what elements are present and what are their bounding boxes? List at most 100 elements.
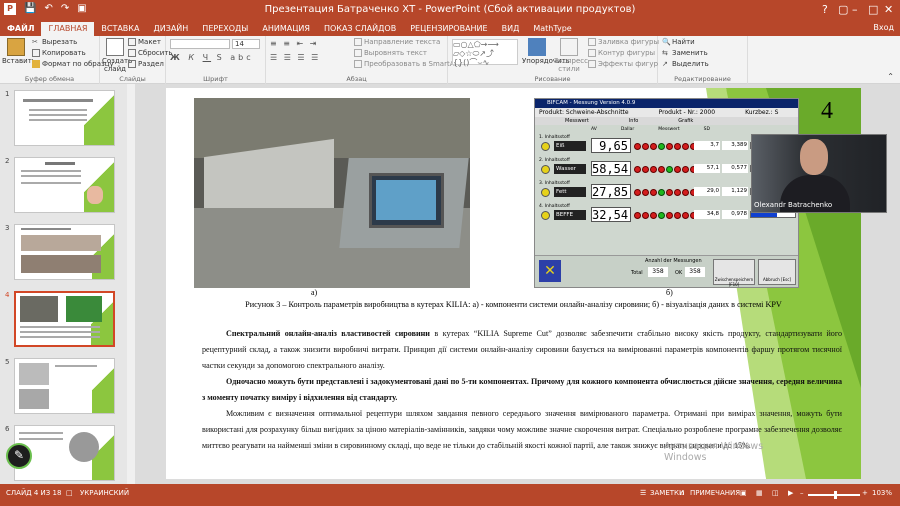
tab-review[interactable]: РЕЦЕНЗИРОВАНИЕ	[403, 22, 494, 36]
smartart-button[interactable]: Преобразовать в SmartArt	[354, 60, 460, 68]
cut-button[interactable]: ✂ Вырезать	[32, 38, 77, 46]
status-bar: СЛАЙД 4 ИЗ 18 □ УКРАИНСКИЙ ☰ ЗАМЕТКИ ▫ П…	[0, 484, 900, 506]
tab-mathtype[interactable]: MathType	[526, 22, 578, 36]
section-button[interactable]: Раздел	[128, 60, 164, 68]
zoom-slider-thumb[interactable]	[834, 491, 837, 499]
tab-insert[interactable]: ВСТАВКА	[94, 22, 146, 36]
slide-thumbnail-4[interactable]	[14, 291, 115, 347]
list-buttons[interactable]: ≡ ≡ ⇤ ⇥	[270, 39, 318, 48]
login-link[interactable]: Вход	[873, 23, 894, 32]
slide-sorter-icon[interactable]: ▦	[756, 489, 763, 497]
kpv-abort-button: Abbruch [Esc]	[758, 259, 796, 285]
tab-design[interactable]: ДИЗАЙН	[146, 22, 195, 36]
cursor-icon: ↗	[662, 60, 668, 68]
kpv-row-indicators	[634, 143, 697, 150]
clipboard-group-label: Буфер обмена	[24, 75, 75, 83]
minimize-button[interactable]: –	[852, 3, 858, 16]
brush-icon	[32, 60, 40, 68]
layout-button[interactable]: Макет	[128, 38, 161, 46]
kpv-col: AV	[591, 127, 597, 132]
ribbon-display-icon[interactable]: ▢	[838, 3, 848, 16]
tab-transitions[interactable]: ПЕРЕХОДЫ	[195, 22, 255, 36]
comments-button[interactable]: ПРИМЕЧАНИЯ	[690, 489, 740, 497]
powerpoint-window: P 💾 ↶ ↷ ▣ Презентация Батраченко ХТ - Po…	[0, 0, 900, 506]
shape-outline-label: Контур фигуры	[598, 49, 656, 57]
tab-animation[interactable]: АНИМАЦИЯ	[255, 22, 317, 36]
label-a: а)	[311, 288, 318, 297]
kpv-row-value: 58,54	[591, 161, 631, 176]
tab-slideshow[interactable]: ПОКАЗ СЛАЙДОВ	[317, 22, 403, 36]
section-label: Раздел	[138, 60, 164, 68]
find-button[interactable]: 🔍 Найти	[662, 38, 695, 46]
shape-effects-button[interactable]: Эффекты фигур	[588, 60, 658, 68]
slides-group-label: Слайды	[119, 75, 146, 83]
pen-icon: ✎	[14, 448, 25, 462]
tab-home[interactable]: ГЛАВНАЯ	[41, 22, 95, 36]
indicator-dot-icon	[682, 143, 689, 150]
quick-styles-button[interactable]: Экспресс-стили	[554, 38, 591, 73]
window-title: Презентация Батраченко ХТ - PowerPoint (…	[264, 4, 636, 15]
status-lamp-icon	[541, 142, 550, 151]
kpv-tab-grafik: Grafik	[678, 118, 694, 124]
indicator-dot-icon	[674, 166, 681, 173]
clipboard-group: Вставить ✂ Вырезать Копировать Формат по …	[0, 36, 114, 84]
slide-thumbnail-5[interactable]	[14, 358, 115, 414]
paste-button[interactable]: Вставить	[2, 38, 36, 65]
quick-styles-label: Экспресс-стили	[554, 57, 591, 73]
indicator-dot-icon	[642, 143, 649, 150]
indicator-dot-icon	[674, 143, 681, 150]
shape-effects-label: Эффекты фигур	[598, 60, 659, 68]
font-name-select[interactable]	[170, 39, 230, 49]
indicator-dot-icon	[650, 189, 657, 196]
tab-file[interactable]: ФАЙЛ	[0, 22, 42, 36]
align-buttons[interactable]: ☰ ☰ ☰ ☰	[270, 53, 320, 62]
new-slide-button[interactable]: Создать слайд	[102, 38, 132, 73]
help-button[interactable]: ?	[822, 3, 828, 16]
kpv-ok-label: OK	[675, 270, 683, 276]
editing-group: 🔍 Найти ⇆ Заменить ↗ Выделить Редактировани…	[658, 36, 748, 84]
watermark-line-1: Активация Windows	[664, 441, 764, 452]
reading-view-icon[interactable]: ◫	[772, 489, 779, 497]
slide-thumbnail-3[interactable]	[14, 224, 115, 280]
language-indicator[interactable]: УКРАИНСКИЙ	[80, 489, 129, 497]
collapse-ribbon-icon[interactable]: ⌃	[887, 72, 894, 81]
indicator-dot-icon	[682, 189, 689, 196]
photo-cutter-machine	[194, 98, 470, 288]
copy-button[interactable]: Копировать	[32, 49, 86, 57]
arrange-button[interactable]: Упорядочить	[522, 38, 570, 65]
align-text-button[interactable]: Выровнять текст	[354, 49, 427, 57]
zoom-slider[interactable]	[808, 491, 860, 499]
label-b: б)	[666, 288, 673, 297]
spellcheck-icon[interactable]: □	[66, 489, 73, 497]
text-direction-label: Направление текста	[364, 38, 441, 46]
find-label: Найти	[672, 38, 695, 46]
slide-thumbnail-2[interactable]	[14, 157, 115, 213]
kpv-row-name: Eiß	[554, 141, 586, 151]
close-button[interactable]: ✕	[884, 3, 893, 16]
zoom-level[interactable]: 103%	[872, 489, 892, 497]
indicator-dot-icon	[634, 189, 641, 196]
maximize-button[interactable]: □	[868, 3, 878, 16]
replace-button[interactable]: ⇆ Заменить	[662, 49, 708, 57]
slideshow-view-icon[interactable]: ▶	[788, 489, 793, 497]
tab-view[interactable]: ВИД	[495, 22, 527, 36]
indicator-dot-icon	[642, 212, 649, 219]
indicator-dot-icon	[634, 143, 641, 150]
shape-fill-button[interactable]: Заливка фигуры	[588, 38, 659, 46]
shape-outline-button[interactable]: Контур фигуры	[588, 49, 655, 57]
slide-thumbnail-1[interactable]	[14, 90, 115, 146]
normal-view-icon[interactable]: ▣	[740, 489, 747, 497]
align-text-label: Выровнять текст	[364, 49, 427, 57]
indicator-dot-icon	[666, 189, 673, 196]
font-size-select[interactable]: 14	[232, 39, 260, 49]
font-format-buttons[interactable]: Ж К Ч S abc	[170, 53, 254, 62]
zoom-in-icon[interactable]: +	[862, 489, 868, 497]
thumbnails-scrollbar[interactable]	[127, 84, 135, 484]
indicator-dot-icon	[642, 166, 649, 173]
select-button[interactable]: ↗ Выделить	[662, 60, 709, 68]
paragraph-2: Одночасно можуть бути представлені і зад…	[202, 377, 842, 402]
shapes-gallery[interactable]: ▭○△⬠→⟶ ▱◇☆⬭↗⤴ {}()⌒⌣∿	[452, 39, 518, 67]
text-direction-button[interactable]: Направление текста	[354, 38, 440, 46]
zoom-out-icon[interactable]: –	[800, 489, 804, 497]
pen-tool-button[interactable]: ✎	[6, 443, 32, 469]
